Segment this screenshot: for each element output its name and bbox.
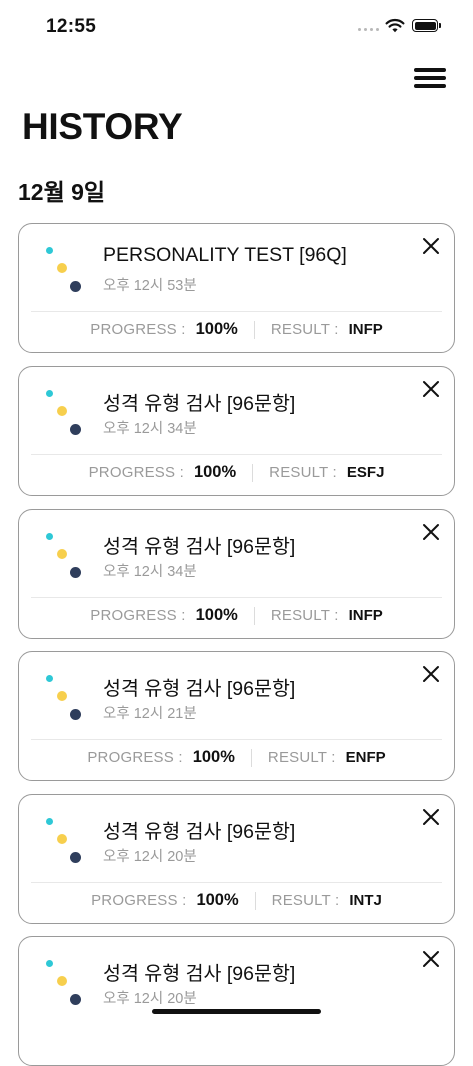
card-time: 오후 12시 20분	[103, 849, 197, 865]
card-time: 오후 12시 21분	[103, 706, 197, 722]
test-icon	[43, 244, 83, 296]
close-icon[interactable]	[421, 522, 441, 542]
close-icon[interactable]	[421, 949, 441, 969]
card-title: PERSONALITY TEST [96Q]	[103, 244, 347, 266]
result-label: RESULT :	[270, 607, 339, 624]
result-value: INTJ	[349, 892, 382, 909]
test-icon	[43, 957, 83, 1009]
card-stats: PROGRESS : 100% RESULT : INFP	[19, 606, 454, 625]
history-card[interactable]: 성격 유형 검사 [96문항] 오후 12시 34분 PROGRESS : 100% R…	[18, 366, 455, 496]
result-value: INFP	[348, 607, 383, 624]
test-icon	[43, 815, 83, 867]
progress-value: 100%	[196, 891, 239, 909]
progress-label: PROGRESS :	[90, 321, 186, 338]
status-bar: 12:55	[0, 0, 473, 54]
page-title: HISTORY	[22, 106, 183, 147]
card-time: 오후 12시 34분	[103, 421, 197, 437]
close-icon[interactable]	[421, 807, 441, 827]
progress-label: PROGRESS :	[87, 749, 183, 766]
close-icon[interactable]	[421, 664, 441, 684]
card-title: 성격 유형 검사 [96문항]	[103, 963, 296, 985]
home-indicator	[152, 1009, 321, 1014]
status-time: 12:55	[46, 16, 97, 37]
menu-button[interactable]	[414, 66, 448, 90]
hamburger-menu-icon	[414, 68, 446, 72]
card-time: 오후 12시 34분	[103, 564, 197, 580]
stat-separator	[254, 891, 256, 910]
test-icon	[43, 672, 83, 724]
result-value: INFP	[348, 321, 383, 338]
date-group-header: 12월 9일	[18, 179, 106, 205]
card-divider	[31, 311, 442, 312]
progress-value: 100%	[192, 748, 235, 766]
card-title: 성격 유형 검사 [96문항]	[103, 678, 296, 700]
close-icon[interactable]	[421, 379, 441, 399]
test-icon	[43, 387, 83, 439]
close-icon[interactable]	[421, 236, 441, 256]
history-card[interactable]: 성격 유형 검사 [96문항] 오후 12시 21분 PROGRESS : 100% R…	[18, 651, 455, 781]
stat-separator	[250, 748, 252, 767]
card-time: 오후 12시 20분	[103, 991, 197, 1007]
signal-icon	[358, 28, 379, 31]
progress-value: 100%	[195, 606, 238, 624]
stat-separator	[253, 606, 255, 625]
card-time: 오후 12시 53분	[103, 278, 197, 294]
card-title: 성격 유형 검사 [96문항]	[103, 821, 296, 843]
stat-separator	[252, 463, 254, 482]
battery-icon	[412, 19, 441, 32]
result-label: RESULT :	[271, 892, 340, 909]
progress-label: PROGRESS :	[90, 607, 186, 624]
result-label: RESULT :	[270, 321, 339, 338]
stat-separator	[253, 320, 255, 339]
progress-value: 100%	[193, 463, 237, 481]
card-divider	[31, 454, 442, 455]
result-value: ENFP	[345, 749, 386, 766]
history-card[interactable]: 성격 유형 검사 [96문항] 오후 12시 34분 PROGRESS : 100% R…	[18, 509, 455, 639]
history-card[interactable]: 성격 유형 검사 [96문항] 오후 12시 20분 PROGRESS : 100% R…	[18, 794, 455, 924]
card-title: 성격 유형 검사 [96문항]	[103, 536, 296, 558]
card-divider	[31, 597, 442, 598]
card-stats: PROGRESS : 100% RESULT : ENFP	[19, 748, 454, 767]
result-label: RESULT :	[269, 464, 337, 481]
progress-value: 100%	[195, 320, 238, 338]
card-divider	[31, 739, 442, 740]
result-label: RESULT :	[267, 749, 336, 766]
test-icon	[43, 530, 83, 582]
history-card[interactable]: 성격 유형 검사 [96문항] 오후 12시 20분	[18, 936, 455, 1066]
progress-label: PROGRESS :	[88, 464, 184, 481]
history-card[interactable]: PERSONALITY TEST [96Q] 오후 12시 53분 PROGRESS…	[18, 223, 455, 353]
progress-label: PROGRESS :	[91, 892, 187, 909]
card-divider	[31, 882, 442, 883]
wifi-icon	[385, 18, 405, 33]
card-stats: PROGRESS : 100% RESULT : ESFJ	[19, 463, 454, 482]
result-value: ESFJ	[346, 464, 385, 481]
card-stats: PROGRESS : 100% RESULT : INFP	[19, 320, 454, 339]
card-title: 성격 유형 검사 [96문항]	[103, 393, 296, 415]
card-stats: PROGRESS : 100% RESULT : INTJ	[19, 891, 454, 910]
